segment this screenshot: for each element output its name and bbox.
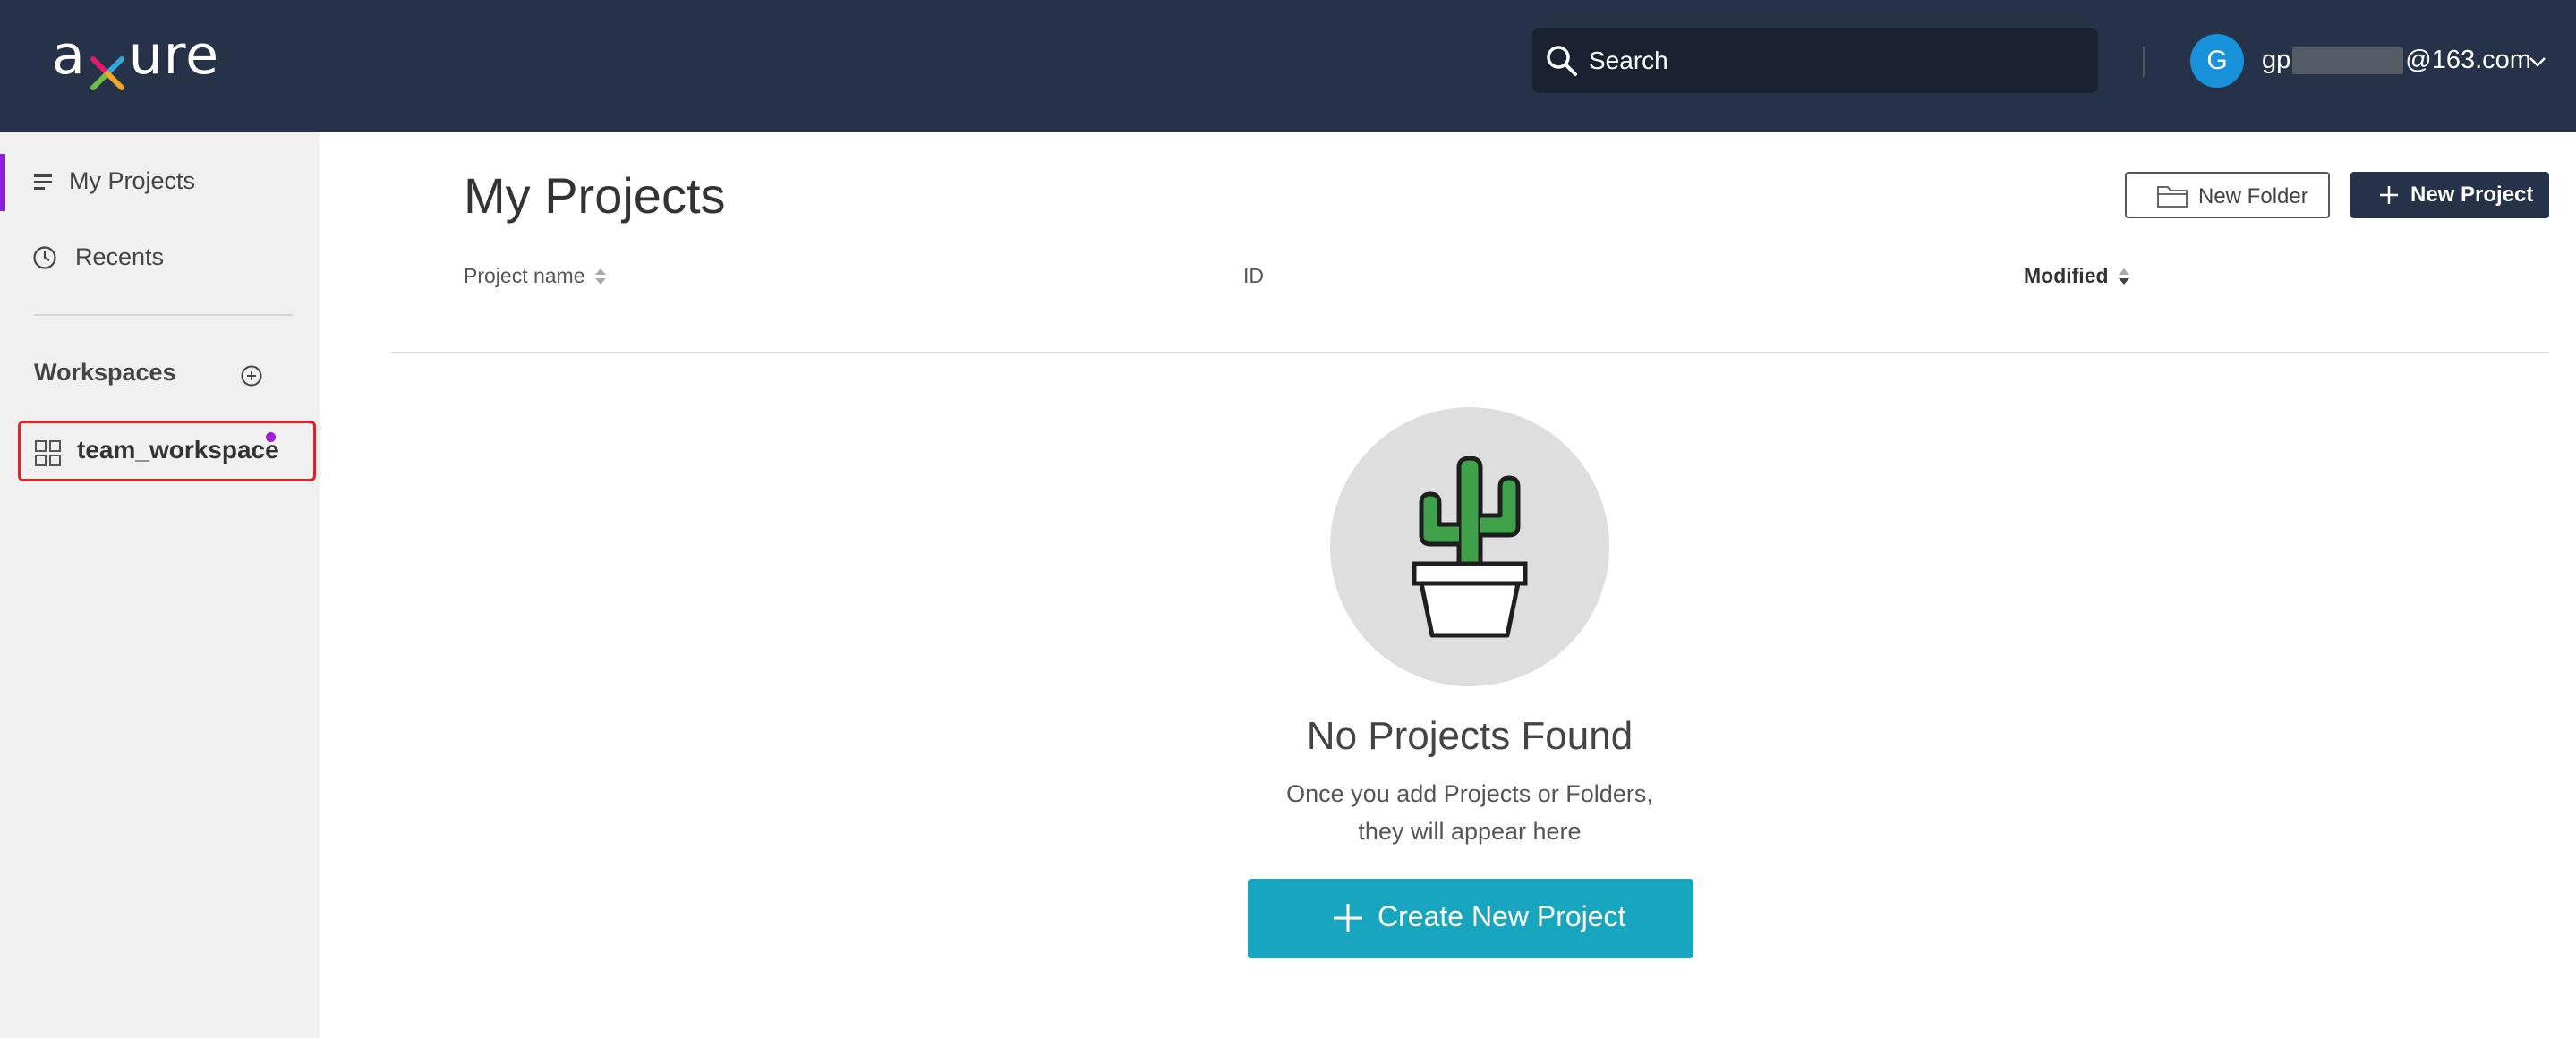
clock-icon: [32, 245, 57, 270]
sidebar-item-my-projects[interactable]: My Projects: [0, 154, 320, 211]
avatar[interactable]: G: [2190, 34, 2244, 88]
new-project-button[interactable]: New Project: [2350, 172, 2549, 218]
sidebar-item-recents[interactable]: Recents: [0, 229, 320, 286]
workspace-label: team_workspace: [77, 436, 279, 464]
plus-circle-icon[interactable]: [240, 364, 263, 387]
plus-icon: [1332, 902, 1364, 934]
header-divider: [2143, 47, 2145, 77]
cactus-pot-icon: [1405, 455, 1534, 640]
search-placeholder[interactable]: Search: [1589, 28, 1668, 93]
new-folder-button[interactable]: New Folder: [2125, 172, 2330, 218]
sidebar-divider: [34, 314, 293, 316]
table-header-divider: [391, 352, 2549, 353]
column-header-project-name[interactable]: Project name: [464, 264, 607, 288]
email-prefix: gp: [2262, 46, 2291, 74]
logo-text-start: a: [52, 24, 86, 87]
sidebar-item-label: My Projects: [69, 167, 196, 194]
column-label: Project name: [464, 264, 585, 287]
email-suffix: @163.com: [2405, 46, 2531, 74]
axure-logo[interactable]: a ure: [52, 24, 220, 90]
new-folder-label: New Folder: [2198, 184, 2308, 208]
empty-state-subtitle-line: they will appear here: [1358, 818, 1582, 845]
column-header-modified[interactable]: Modified: [2024, 264, 2130, 288]
email-redaction: [2292, 47, 2404, 75]
sort-desc-icon: [2118, 265, 2130, 288]
search-icon: [1545, 44, 1579, 78]
new-project-label: New Project: [2410, 183, 2534, 207]
page-title: My Projects: [464, 167, 726, 224]
grid-icon: [35, 440, 62, 467]
sidebar-item-team-workspace[interactable]: team_workspace: [18, 421, 316, 481]
plus-icon: [2379, 185, 2399, 205]
column-label: ID: [1243, 264, 1264, 287]
empty-state-subtitle: Once you add Projects or Folders, they w…: [1201, 775, 1738, 850]
logo-text-end: ure: [128, 24, 220, 87]
search-box[interactable]: Search: [1532, 28, 2098, 93]
top-header: a ure Search G gp @163.com: [0, 0, 2576, 132]
list-icon: [34, 172, 54, 191]
active-indicator: [0, 154, 5, 211]
create-new-project-label: Create New Project: [1378, 900, 1626, 932]
sidebar: My Projects Recents Workspaces team_work…: [0, 132, 320, 1038]
sort-icon: [594, 265, 607, 288]
user-email[interactable]: gp @163.com: [2262, 42, 2531, 78]
folder-icon: [2157, 184, 2188, 208]
empty-state-title: No Projects Found: [1306, 714, 1633, 758]
column-header-id: ID: [1243, 264, 1264, 288]
create-new-project-button[interactable]: Create New Project: [1248, 879, 1693, 958]
empty-state-subtitle-line: Once you add Projects or Folders,: [1286, 780, 1653, 807]
sidebar-item-label: Recents: [75, 243, 165, 270]
chevron-down-icon[interactable]: [2528, 52, 2547, 72]
logo-x-mark: [88, 47, 127, 90]
workspaces-heading: Workspaces: [34, 359, 176, 386]
notification-dot: [266, 432, 276, 442]
column-label: Modified: [2024, 264, 2109, 287]
